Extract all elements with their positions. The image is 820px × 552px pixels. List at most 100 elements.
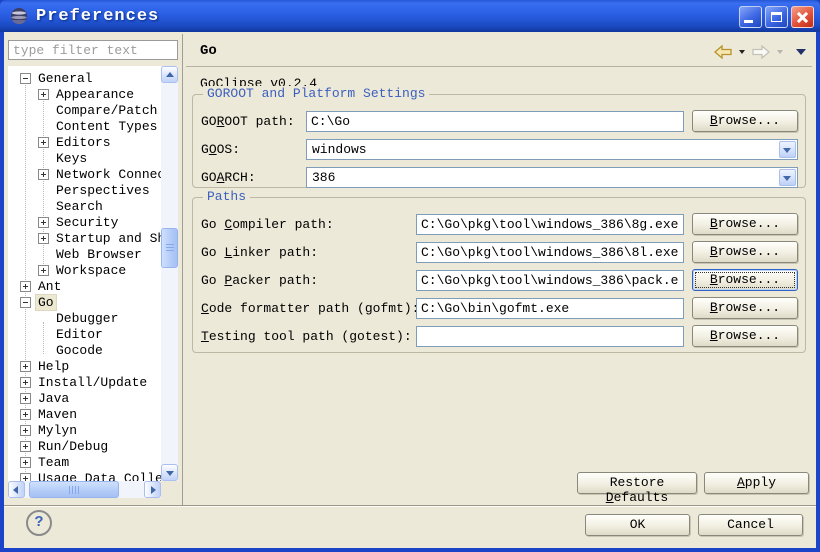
tree-item-label: Mylyn xyxy=(36,423,79,438)
apply-button[interactable]: Apply xyxy=(704,472,809,494)
packer-browse-button[interactable]: Browse... xyxy=(692,269,798,291)
goarch-selected-value: 386 xyxy=(312,170,335,185)
tree-horizontal-scrollbar[interactable] xyxy=(8,481,161,498)
collapse-icon[interactable] xyxy=(20,297,31,308)
expand-icon[interactable] xyxy=(20,441,31,452)
expand-icon[interactable] xyxy=(38,233,49,244)
close-button[interactable] xyxy=(791,6,814,28)
eclipse-app-icon xyxy=(10,7,28,25)
tree-item-label: Ant xyxy=(36,279,63,294)
tree-item-editors[interactable]: Editors xyxy=(8,134,161,150)
tree-item-startup-and-shu[interactable]: Startup and Shu xyxy=(8,230,161,246)
expand-icon[interactable] xyxy=(20,281,31,292)
cancel-button[interactable]: Cancel xyxy=(698,514,803,536)
expand-icon[interactable] xyxy=(38,217,49,228)
footer-separator-highlight xyxy=(4,506,816,507)
tree-item-workspace[interactable]: Workspace xyxy=(8,262,161,278)
ok-button[interactable]: OK xyxy=(585,514,690,536)
restore-defaults-button[interactable]: Restore Defaults xyxy=(577,472,697,494)
goroot-path-input[interactable] xyxy=(306,111,684,132)
expand-icon[interactable] xyxy=(20,377,31,388)
tree-item-team[interactable]: Team xyxy=(8,454,161,470)
panel-divider[interactable] xyxy=(182,34,183,505)
goroot-path-label: GOROOT path: xyxy=(201,114,295,129)
collapse-icon[interactable] xyxy=(20,73,31,84)
tree-item-search[interactable]: Search xyxy=(8,198,161,214)
scroll-up-button[interactable] xyxy=(161,66,178,83)
tree-indent xyxy=(38,121,49,132)
tree-item-keys[interactable]: Keys xyxy=(8,150,161,166)
compiler-path-input[interactable] xyxy=(416,214,684,235)
tree-item-label: Help xyxy=(36,359,71,374)
tree-item-maven[interactable]: Maven xyxy=(8,406,161,422)
vertical-scroll-thumb[interactable] xyxy=(161,228,178,268)
combo-dropdown-icon[interactable] xyxy=(779,141,796,158)
tree-item-editor[interactable]: Editor xyxy=(8,326,161,342)
tree-item-content-types[interactable]: Content Types xyxy=(8,118,161,134)
formatter-path-input[interactable] xyxy=(416,298,684,319)
expand-icon[interactable] xyxy=(20,361,31,372)
maximize-button[interactable] xyxy=(765,6,788,28)
tree-item-network-connect[interactable]: Network Connect xyxy=(8,166,161,182)
tree-item-install-update[interactable]: Install/Update xyxy=(8,374,161,390)
tree-item-appearance[interactable]: Appearance xyxy=(8,86,161,102)
tree-item-label: Web Browser xyxy=(54,247,144,262)
tree-item-security[interactable]: Security xyxy=(8,214,161,230)
tree-item-label: Workspace xyxy=(54,263,128,278)
tree-item-help[interactable]: Help xyxy=(8,358,161,374)
combo-dropdown-icon[interactable] xyxy=(779,169,796,186)
tree-item-label: Java xyxy=(36,391,71,406)
preference-page-panel: Go GoClipse v0.2.4 GOROOT and Platform S… xyxy=(186,36,812,505)
goos-combo[interactable]: windows xyxy=(306,139,798,160)
expand-icon[interactable] xyxy=(20,457,31,468)
tree-vertical-scrollbar[interactable] xyxy=(161,66,178,481)
tree-item-gocode[interactable]: Gocode xyxy=(8,342,161,358)
preferences-tree[interactable]: GeneralAppearanceCompare/PatchContent Ty… xyxy=(8,66,178,498)
linker-path-input[interactable] xyxy=(416,242,684,263)
tree-item-general[interactable]: General xyxy=(8,70,161,86)
linker-browse-button[interactable]: Browse... xyxy=(692,241,798,263)
testing-path-label: Testing tool path (gotest): xyxy=(201,329,412,344)
expand-icon[interactable] xyxy=(38,89,49,100)
forward-arrow-icon[interactable] xyxy=(750,44,772,60)
tree-item-label: Editor xyxy=(54,327,105,342)
tree-item-label: Startup and Shu xyxy=(54,231,175,246)
testing-path-input[interactable] xyxy=(416,326,684,347)
packer-path-input[interactable] xyxy=(416,270,684,291)
expand-icon[interactable] xyxy=(38,265,49,276)
back-history-dropdown[interactable] xyxy=(739,50,745,54)
goarch-combo[interactable]: 386 xyxy=(306,167,798,188)
tree-item-mylyn[interactable]: Mylyn xyxy=(8,422,161,438)
expand-icon[interactable] xyxy=(20,425,31,436)
paths-group: Paths Go Compiler path: Browse... Go Lin… xyxy=(192,197,806,353)
formatter-browse-button[interactable]: Browse... xyxy=(692,297,798,319)
horizontal-scroll-thumb[interactable] xyxy=(29,481,119,498)
compiler-browse-button[interactable]: Browse... xyxy=(692,213,798,235)
back-arrow-icon[interactable] xyxy=(712,44,734,60)
tree-item-label: Appearance xyxy=(54,87,136,102)
scroll-right-button[interactable] xyxy=(144,481,161,498)
tree-item-go[interactable]: Go xyxy=(8,294,161,310)
compiler-path-label: Go Compiler path: xyxy=(201,217,334,232)
expand-icon[interactable] xyxy=(20,409,31,420)
tree-item-ant[interactable]: Ant xyxy=(8,278,161,294)
scroll-left-button[interactable] xyxy=(8,481,25,498)
tree-item-compare-patch[interactable]: Compare/Patch xyxy=(8,102,161,118)
tree-item-java[interactable]: Java xyxy=(8,390,161,406)
tree-item-debugger[interactable]: Debugger xyxy=(8,310,161,326)
help-button[interactable]: ? xyxy=(26,510,52,536)
view-menu-icon[interactable] xyxy=(796,49,806,55)
expand-icon[interactable] xyxy=(38,169,49,180)
tree-item-run-debug[interactable]: Run/Debug xyxy=(8,438,161,454)
goroot-browse-button[interactable]: Browse... xyxy=(692,110,798,132)
goos-label: GOOS: xyxy=(201,142,240,157)
expand-icon[interactable] xyxy=(38,137,49,148)
scroll-down-button[interactable] xyxy=(161,464,178,481)
expand-icon[interactable] xyxy=(20,393,31,404)
filter-input[interactable] xyxy=(8,40,178,60)
forward-history-dropdown[interactable] xyxy=(777,50,783,54)
tree-item-perspectives[interactable]: Perspectives xyxy=(8,182,161,198)
testing-browse-button[interactable]: Browse... xyxy=(692,325,798,347)
tree-item-web-browser[interactable]: Web Browser xyxy=(8,246,161,262)
minimize-button[interactable] xyxy=(739,6,762,28)
